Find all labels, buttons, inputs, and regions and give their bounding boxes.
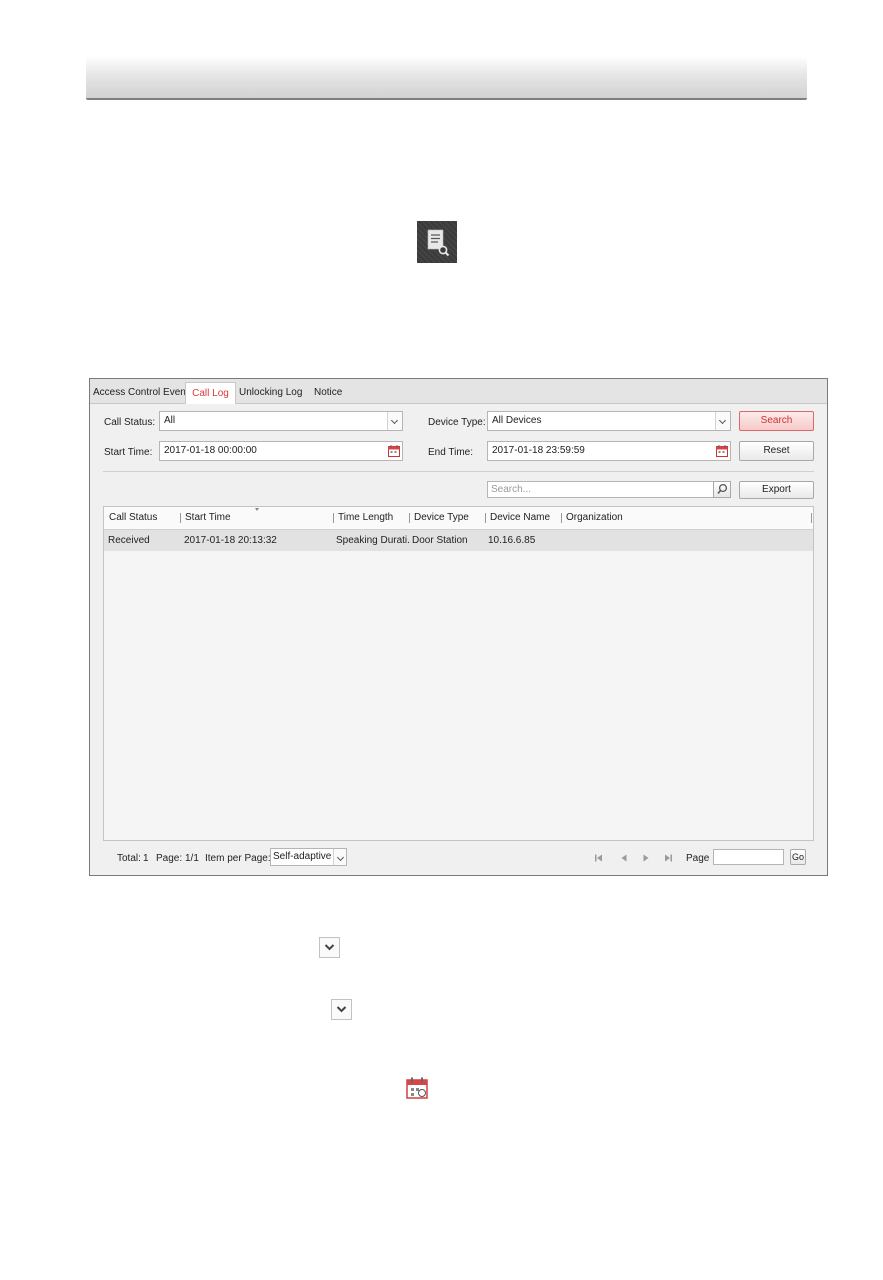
- column-header-device-name[interactable]: Device Name: [485, 513, 550, 523]
- page-value: 1/1: [185, 853, 199, 864]
- calendar-icon: [406, 1077, 428, 1099]
- go-button[interactable]: Go: [790, 849, 806, 865]
- cell-time-length: Speaking Durati...: [336, 535, 410, 546]
- magnifier-icon[interactable]: [713, 481, 731, 498]
- cell-device-type: Door Station: [412, 535, 468, 546]
- cell-device-name: 10.16.6.85: [488, 535, 536, 546]
- page-jump-input[interactable]: [713, 849, 784, 865]
- item-per-page-label: Item per Page:: [205, 853, 271, 864]
- tab-unlocking-log[interactable]: Unlocking Log: [239, 382, 302, 403]
- column-header-organization[interactable]: Organization: [561, 513, 623, 523]
- page-label: Page:: [156, 853, 183, 864]
- table-row[interactable]: Received 2017-01-18 20:13:32 Speaking Du…: [104, 530, 813, 551]
- total-value: 1: [143, 853, 149, 864]
- page-jump-label: Page: [686, 853, 710, 864]
- call-log-window: Access Control Event Call Log Unlocking …: [89, 378, 828, 876]
- total-label: Total:: [117, 853, 141, 864]
- column-header-call-status[interactable]: Call Status: [105, 507, 157, 529]
- dropdown-arrow-icon[interactable]: [333, 849, 346, 865]
- device-type-label: Device Type:: [428, 417, 486, 428]
- dropdown-arrow-icon: [319, 937, 340, 958]
- tab-call-log[interactable]: Call Log: [185, 382, 236, 404]
- table-header: Call Status Start Time Time Length Devic…: [104, 507, 813, 530]
- cell-start-time: 2017-01-18 20:13:32: [184, 535, 277, 546]
- filter-divider: [103, 471, 814, 472]
- tab-bar: Access Control Event Call Log Unlocking …: [90, 379, 827, 404]
- log-search-icon: [417, 221, 457, 263]
- dropdown-arrow-icon: [331, 999, 352, 1020]
- last-page-icon[interactable]: [663, 853, 673, 863]
- dropdown-arrow-icon[interactable]: [715, 412, 730, 430]
- dropdown-arrow-icon[interactable]: [387, 412, 402, 430]
- column-header-start-time[interactable]: Start Time: [180, 513, 231, 523]
- tab-notice[interactable]: Notice: [314, 382, 342, 403]
- column-header-time-length[interactable]: Time Length: [333, 513, 393, 523]
- item-per-page-select[interactable]: Self-adaptive: [270, 848, 347, 866]
- tab-access-control-event[interactable]: Access Control Event: [93, 382, 189, 403]
- column-resize-handle[interactable]: [811, 513, 816, 523]
- prev-page-icon[interactable]: [619, 853, 629, 863]
- item-per-page-value: Self-adaptive: [273, 851, 332, 862]
- reset-button[interactable]: Reset: [739, 441, 814, 461]
- log-search-input[interactable]: Search...: [487, 481, 714, 498]
- export-button[interactable]: Export: [739, 481, 814, 499]
- call-status-select[interactable]: All: [159, 411, 403, 431]
- device-type-select[interactable]: All Devices: [487, 411, 731, 431]
- next-page-icon[interactable]: [641, 853, 651, 863]
- start-time-field[interactable]: 2017-01-18 00:00:00: [159, 441, 403, 461]
- first-page-icon[interactable]: [594, 853, 604, 863]
- call-status-value: All: [164, 415, 176, 426]
- cell-call-status: Received: [108, 535, 150, 546]
- calendar-icon[interactable]: [388, 445, 400, 457]
- sort-indicator-icon: [255, 508, 259, 511]
- end-time-label: End Time:: [428, 447, 474, 458]
- call-status-label: Call Status:: [104, 417, 156, 428]
- call-log-table: Call Status Start Time Time Length Devic…: [103, 506, 814, 841]
- calendar-icon[interactable]: [716, 445, 728, 457]
- cell-organization: [564, 530, 804, 551]
- column-header-device-type[interactable]: Device Type: [409, 513, 469, 523]
- search-button[interactable]: Search: [739, 411, 814, 431]
- page-header-bar: [86, 56, 807, 100]
- device-type-value: All Devices: [492, 415, 542, 426]
- end-time-value: 2017-01-18 23:59:59: [492, 445, 585, 456]
- start-time-value: 2017-01-18 00:00:00: [164, 445, 257, 456]
- start-time-label: Start Time:: [104, 447, 153, 458]
- end-time-field[interactable]: 2017-01-18 23:59:59: [487, 441, 731, 461]
